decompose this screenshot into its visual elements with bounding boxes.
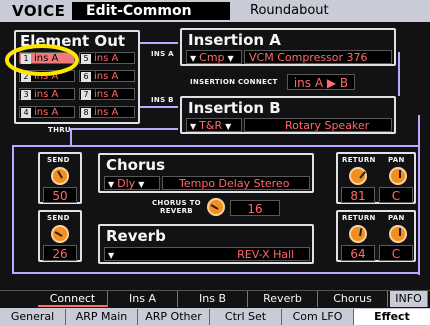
insertion-a-effect-select[interactable]: VCM Compressor 376 (244, 50, 392, 64)
reverb-send-box: SEND 26 (38, 210, 82, 262)
dropdown-arrow-icon: ▼ (225, 122, 232, 131)
thru-label: THRU (48, 126, 71, 134)
reverb-send-value[interactable]: 26 (43, 245, 77, 261)
flow-line (12, 145, 14, 273)
flow-line (12, 145, 420, 147)
chorus-return-knob[interactable] (349, 167, 367, 185)
element-out-5[interactable]: 5 ins A (79, 52, 135, 64)
tab-reverb[interactable]: Reverb (248, 291, 318, 307)
insertion-b-effect-select[interactable]: Rotary Speaker (244, 118, 392, 132)
insertion-b-panel: Insertion B ▼ T&R ▼ Rotary Speaker (180, 96, 396, 134)
dropdown-arrow-icon: ▼ (138, 180, 145, 189)
chorus-title: Chorus (106, 156, 165, 174)
section-title: VOICE (12, 2, 66, 20)
element-out-8[interactable]: 8 ins A (79, 106, 135, 118)
chorus-send-box: SEND 50 (38, 152, 82, 204)
chorus-panel: Chorus ▼ Dly ▼ Tempo Delay Stereo (98, 153, 314, 193)
flow-line (140, 106, 178, 108)
reverb-pan-value[interactable]: C (379, 245, 413, 261)
insertion-a-category-select[interactable]: ▼ Cmp ▼ (186, 50, 242, 64)
chorus-send-knob[interactable] (51, 167, 69, 185)
chorus-to-reverb-value[interactable]: 16 (230, 200, 280, 216)
chorus-pan-value[interactable]: C (379, 187, 413, 203)
flow-line (12, 272, 420, 274)
chorus-category-select[interactable]: ▼ Dly ▼ (104, 176, 160, 190)
insertion-b-category-select[interactable]: ▼ T&R ▼ (186, 118, 242, 132)
reverb-return-label: RETURN (342, 214, 376, 222)
chorus-pan-knob[interactable] (389, 167, 407, 185)
tab-arp-main[interactable]: ARP Main (66, 309, 138, 325)
tab-ins-a[interactable]: Ins A (108, 291, 178, 307)
reverb-pan-label: PAN (388, 214, 405, 222)
element-out-6[interactable]: 6 ins A (79, 70, 135, 82)
sub-tab-bar: Connect Ins A Ins B Reverb Chorus INFO (0, 290, 430, 307)
flow-line (398, 52, 400, 96)
chorus-return-value[interactable]: 81 (341, 187, 375, 203)
dropdown-arrow-icon: ▼ (190, 54, 197, 63)
element-out-3[interactable]: 3 ins A (19, 88, 75, 100)
ins-b-route-label: INS B (151, 96, 174, 104)
tab-connect[interactable]: Connect (38, 291, 108, 307)
flow-line (418, 115, 420, 275)
chorus-send-value[interactable]: 50 (43, 187, 77, 203)
tab-general[interactable]: General (0, 309, 66, 325)
reverb-panel: Reverb ▼ REV-X Hall (98, 224, 314, 264)
tab-info[interactable]: INFO (390, 291, 428, 307)
dropdown-arrow-icon: ▼ (108, 180, 115, 189)
tab-ctrl-set[interactable]: Ctrl Set (210, 309, 282, 325)
mode-title: Edit-Common (72, 2, 230, 20)
screen: VOICE Edit-Common Roundabout Element Out… (0, 0, 430, 326)
chorus-return-label: RETURN (342, 156, 376, 164)
element-out-4[interactable]: 4 ins A (19, 106, 75, 118)
chorus-send-label: SEND (47, 156, 70, 164)
reverb-title: Reverb (106, 227, 166, 245)
chorus-effect-select[interactable]: Tempo Delay Stereo (162, 176, 310, 190)
tab-chorus[interactable]: Chorus (318, 291, 388, 307)
chorus-pan-label: PAN (388, 156, 405, 164)
main-tab-bar: General ARP Main ARP Other Ctrl Set Com … (0, 308, 430, 326)
highlight-ellipse (5, 44, 79, 76)
flow-line (70, 128, 178, 130)
chorus-to-reverb-knob[interactable] (207, 198, 225, 216)
dropdown-arrow-icon: ▼ (108, 251, 115, 260)
reverb-effect-select[interactable]: ▼ REV-X Hall (104, 247, 310, 261)
reverb-return-pan-box: RETURN PAN 64 C (336, 210, 416, 262)
insertion-connect-label: INSERTION CONNECT (190, 78, 278, 86)
dropdown-arrow-icon: ▼ (227, 54, 234, 63)
element-out-7[interactable]: 7 ins A (79, 88, 135, 100)
chorus-return-pan-box: RETURN PAN 81 C (336, 152, 416, 204)
flow-line (140, 42, 178, 44)
insertion-a-title: Insertion A (188, 31, 281, 49)
tab-effect[interactable]: Effect (354, 309, 430, 325)
tab-com-lfo[interactable]: Com LFO (282, 309, 354, 325)
reverb-send-label: SEND (47, 214, 70, 222)
voice-name: Roundabout (250, 3, 329, 18)
reverb-return-value[interactable]: 64 (341, 245, 375, 261)
chorus-to-reverb-label: CHORUS TO REVERB (152, 199, 201, 215)
tab-arp-other[interactable]: ARP Other (138, 309, 210, 325)
header-bar: VOICE Edit-Common Roundabout (0, 0, 430, 22)
tab-ins-b[interactable]: Ins B (178, 291, 248, 307)
insertion-b-title: Insertion B (188, 99, 281, 117)
insertion-connect-field[interactable]: ins A ▶ B (287, 74, 355, 90)
dropdown-arrow-icon: ▼ (190, 122, 197, 131)
reverb-pan-knob[interactable] (389, 225, 407, 243)
insertion-a-panel: Insertion A ▼ Cmp ▼ VCM Compressor 376 (180, 28, 396, 66)
reverb-send-knob[interactable] (51, 225, 69, 243)
reverb-return-knob[interactable] (349, 225, 367, 243)
ins-a-route-label: INS A (151, 50, 174, 58)
